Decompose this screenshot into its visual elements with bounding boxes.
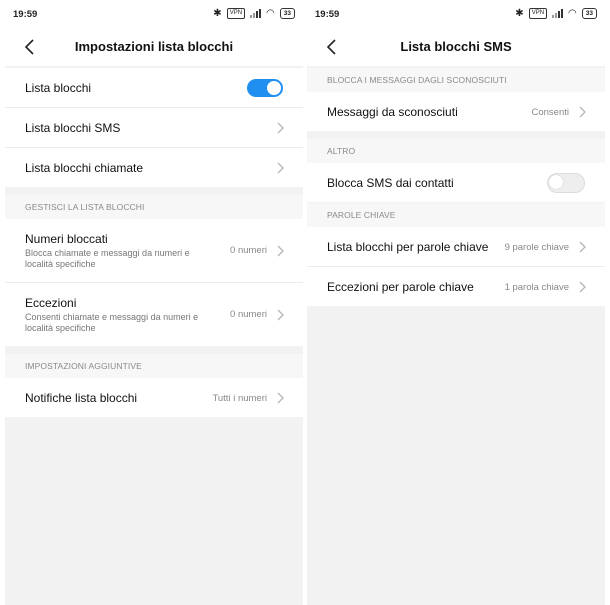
- battery-icon: 33: [279, 8, 295, 19]
- row-value: 1 parola chiave: [504, 282, 569, 293]
- row-unknown-messages[interactable]: Messaggi da sconosciuti Consenti: [307, 92, 605, 131]
- row-value: 0 numeri: [230, 245, 267, 256]
- row-exceptions[interactable]: Eccezioni Consenti chiamate e messaggi d…: [5, 282, 303, 346]
- row-value: Tutti i numeri: [212, 393, 267, 404]
- vpn-icon: VPN: [528, 8, 548, 19]
- settings-group-unknown: Messaggi da sconosciuti Consenti: [307, 92, 605, 131]
- status-time: 19:59: [13, 9, 38, 20]
- row-call-block-list[interactable]: Lista blocchi chiamate: [5, 147, 303, 187]
- row-label: Lista blocchi SMS: [25, 121, 121, 135]
- screen-block-list-settings: 19:59 ✱ VPN ◠ 33 Impostazioni lista bloc…: [5, 0, 303, 605]
- vpn-icon: VPN: [226, 8, 246, 19]
- screen-sms-block-list: 19:59 ✱ VPN ◠ 33 Lista blocchi SMS BLOCC…: [307, 0, 605, 605]
- signal-icon: [552, 9, 564, 18]
- row-keyword-exceptions[interactable]: Eccezioni per parole chiave 1 parola chi…: [307, 266, 605, 306]
- row-label: Lista blocchi per parole chiave: [327, 240, 489, 254]
- row-label: Numeri bloccati: [25, 232, 108, 246]
- settings-group-extra: Notifiche lista blocchi Tutti i numeri: [5, 378, 303, 417]
- row-block-notifications[interactable]: Notifiche lista blocchi Tutti i numeri: [5, 378, 303, 417]
- chevron-right-icon: [579, 106, 586, 118]
- row-label: Messaggi da sconosciuti: [327, 105, 458, 119]
- chevron-right-icon: [277, 122, 284, 134]
- section-header-unknown: BLOCCA I MESSAGGI DAGLI SCONOSCIUTI: [307, 68, 605, 92]
- page-title: Lista blocchi SMS: [400, 39, 512, 54]
- row-value: 0 numeri: [230, 309, 267, 320]
- chevron-right-icon: [277, 245, 284, 257]
- status-bar: 19:59 ✱ VPN ◠ 33: [307, 0, 605, 30]
- row-value: 9 parole chiave: [504, 242, 569, 253]
- chevron-right-icon: [277, 309, 284, 321]
- row-label: Notifiche lista blocchi: [25, 391, 138, 405]
- row-description: Blocca chiamate e messaggi da numeri e l…: [25, 248, 190, 269]
- section-header-extra: IMPOSTAZIONI AGGIUNTIVE: [5, 354, 303, 378]
- chevron-right-icon: [579, 281, 586, 293]
- settings-group-main: Lista blocchi Lista blocchi SMS Lista bl…: [5, 68, 303, 187]
- row-blocked-numbers[interactable]: Numeri bloccati Blocca chiamate e messag…: [5, 219, 303, 282]
- row-label: Blocca SMS dai contatti: [327, 176, 454, 190]
- block-contacts-sms-toggle[interactable]: [547, 173, 585, 193]
- chevron-right-icon: [579, 241, 586, 253]
- bluetooth-icon: ✱: [213, 8, 222, 19]
- settings-group-keywords: Lista blocchi per parole chiave 9 parole…: [307, 227, 605, 306]
- section-header-other: ALTRO: [307, 139, 605, 163]
- row-label: Eccezioni per parole chiave: [327, 280, 474, 294]
- section-header-manage: GESTISCI LA LISTA BLOCCHI: [5, 195, 303, 219]
- row-label: Eccezioni: [25, 296, 77, 310]
- row-keyword-block-list[interactable]: Lista blocchi per parole chiave 9 parole…: [307, 227, 605, 266]
- chevron-right-icon: [277, 392, 284, 404]
- row-block-list[interactable]: Lista blocchi: [5, 68, 303, 107]
- status-bar: 19:59 ✱ VPN ◠ 33: [5, 0, 303, 30]
- row-value: Consenti: [531, 107, 570, 118]
- row-label: Lista blocchi: [25, 81, 92, 95]
- settings-group-manage: Numeri bloccati Blocca chiamate e messag…: [5, 219, 303, 346]
- row-description: Consenti chiamate e messaggi da numeri e…: [25, 312, 199, 333]
- row-block-contacts-sms[interactable]: Blocca SMS dai contatti: [307, 163, 605, 202]
- status-time: 19:59: [315, 9, 340, 20]
- app-header: Lista blocchi SMS: [307, 30, 605, 66]
- battery-icon: 33: [581, 8, 597, 19]
- app-header: Impostazioni lista blocchi: [5, 30, 303, 66]
- row-sms-block-list[interactable]: Lista blocchi SMS: [5, 107, 303, 147]
- page-title: Impostazioni lista blocchi: [74, 39, 234, 54]
- row-label: Lista blocchi chiamate: [25, 161, 144, 175]
- bluetooth-icon: ✱: [515, 8, 524, 19]
- signal-icon: [250, 9, 262, 18]
- settings-group-other: Blocca SMS dai contatti: [307, 163, 605, 202]
- block-list-toggle[interactable]: [247, 79, 283, 97]
- wifi-icon: ◠: [568, 8, 577, 19]
- chevron-right-icon: [277, 162, 284, 174]
- wifi-icon: ◠: [266, 8, 275, 19]
- section-header-keywords: PAROLE CHIAVE: [307, 203, 605, 227]
